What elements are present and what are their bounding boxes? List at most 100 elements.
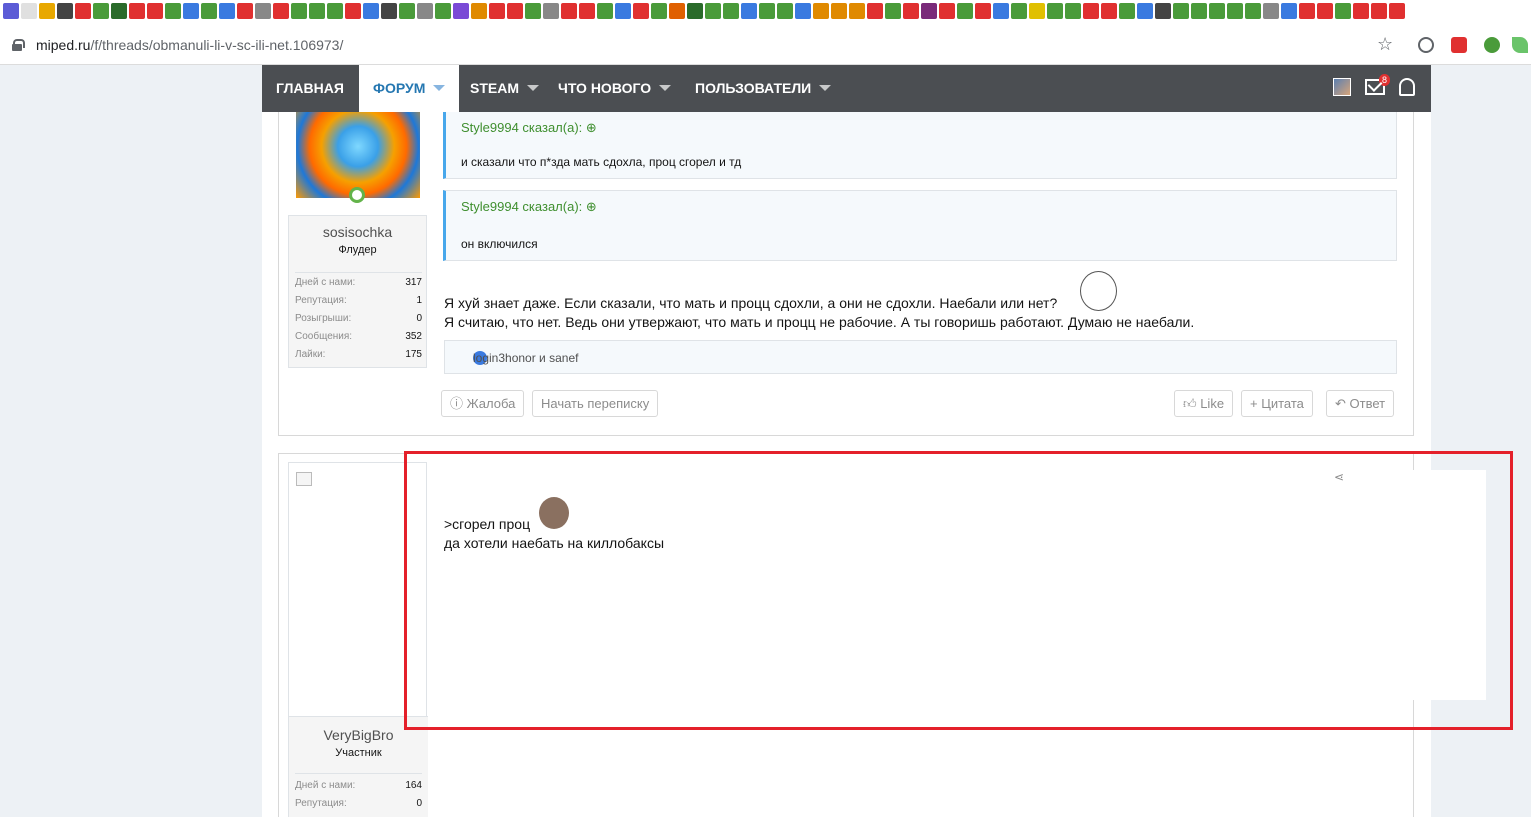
start-conversation-button[interactable]: Начать переписку	[532, 390, 659, 417]
bookmark-favicon[interactable]	[1119, 3, 1135, 19]
bookmark-favicon[interactable]	[219, 3, 235, 19]
nav-home[interactable]: ГЛАВНАЯ	[276, 65, 344, 112]
bookmark-favicon[interactable]	[975, 3, 991, 19]
extension-icon[interactable]	[1484, 37, 1500, 53]
bookmark-favicon[interactable]	[1371, 3, 1387, 19]
bookmark-favicon[interactable]	[885, 3, 901, 19]
bookmark-favicon[interactable]	[579, 3, 595, 19]
bookmark-favicon[interactable]	[345, 3, 361, 19]
bookmark-favicon[interactable]	[1317, 3, 1333, 19]
bookmark-favicon[interactable]	[957, 3, 973, 19]
chevron-down-icon[interactable]	[819, 85, 832, 91]
url-text[interactable]: miped.ru/f/threads/obmanuli-li-v-sc-ili-…	[36, 37, 343, 53]
bookmark-favicon[interactable]	[525, 3, 541, 19]
chevron-down-icon[interactable]	[527, 85, 539, 91]
arrow-up-icon[interactable]: ⊕	[586, 120, 597, 135]
bookmark-favicon[interactable]	[21, 3, 37, 19]
bookmark-favicon[interactable]	[1173, 3, 1189, 19]
bookmark-favicon[interactable]	[57, 3, 73, 19]
nav-users[interactable]: ПОЛЬЗОВАТЕЛИ	[695, 65, 832, 112]
likes-text[interactable]: login3honor и sanef	[473, 351, 578, 365]
user-avatar-icon[interactable]	[1333, 78, 1351, 96]
nav-steam[interactable]: STEAM	[470, 65, 539, 112]
bookmark-favicon[interactable]	[471, 3, 487, 19]
bookmark-favicon[interactable]	[795, 3, 811, 19]
bookmark-favicon[interactable]	[1245, 3, 1261, 19]
bookmark-favicon[interactable]	[309, 3, 325, 19]
bookmark-favicon[interactable]	[1011, 3, 1027, 19]
leaf-icon[interactable]	[1512, 37, 1528, 53]
bookmark-favicon[interactable]	[435, 3, 451, 19]
bookmark-favicon[interactable]	[741, 3, 757, 19]
bookmark-favicon[interactable]	[39, 3, 55, 19]
bookmark-favicon[interactable]	[93, 3, 109, 19]
bookmark-favicon[interactable]	[777, 3, 793, 19]
bookmark-favicon[interactable]	[1389, 3, 1405, 19]
like-button[interactable]: 👍︎ Like	[1174, 390, 1234, 417]
bookmark-favicon[interactable]	[561, 3, 577, 19]
bookmark-favicon[interactable]	[1263, 3, 1279, 19]
bookmark-favicon[interactable]	[1353, 3, 1369, 19]
bookmark-favicon[interactable]	[993, 3, 1009, 19]
bookmark-favicon[interactable]	[1335, 3, 1351, 19]
bookmark-favicon[interactable]	[417, 3, 433, 19]
mail-icon[interactable]: 8	[1365, 74, 1391, 95]
chevron-down-icon[interactable]	[433, 85, 446, 91]
quote-button[interactable]: + Цитата	[1241, 390, 1313, 417]
bookmark-favicon[interactable]	[723, 3, 739, 19]
bookmark-favicon[interactable]	[1029, 3, 1045, 19]
bookmark-favicon[interactable]	[1191, 3, 1207, 19]
bookmark-favicon[interactable]	[453, 3, 469, 19]
report-button[interactable]: ⓘ Жалоба	[441, 390, 525, 417]
bookmark-favicon[interactable]	[3, 3, 19, 19]
arrow-up-icon[interactable]: ⊕	[586, 199, 597, 214]
bookmark-favicon[interactable]	[1281, 3, 1297, 19]
bookmark-favicon[interactable]	[1047, 3, 1063, 19]
bookmark-favicon[interactable]	[759, 3, 775, 19]
bookmark-favicon[interactable]	[849, 3, 865, 19]
bookmark-favicon[interactable]	[381, 3, 397, 19]
bookmark-favicon[interactable]	[705, 3, 721, 19]
bookmark-favicon[interactable]	[111, 3, 127, 19]
bookmark-favicon[interactable]	[1101, 3, 1117, 19]
bookmark-favicon[interactable]	[165, 3, 181, 19]
bookmark-favicon[interactable]	[255, 3, 271, 19]
bookmark-favicon[interactable]	[75, 3, 91, 19]
bookmark-favicon[interactable]	[201, 3, 217, 19]
quote-author[interactable]: Style9994 сказал(а): ⊕	[461, 199, 597, 215]
star-icon[interactable]: ☆	[1377, 34, 1393, 55]
bookmark-favicon[interactable]	[597, 3, 613, 19]
bookmark-favicon[interactable]	[237, 3, 253, 19]
bookmark-favicon[interactable]	[687, 3, 703, 19]
bookmark-favicon[interactable]	[1137, 3, 1153, 19]
bookmark-favicon[interactable]	[903, 3, 919, 19]
bookmark-favicon[interactable]	[489, 3, 505, 19]
bookmark-favicon[interactable]	[867, 3, 883, 19]
bookmark-favicon[interactable]	[633, 3, 649, 19]
bookmark-favicon[interactable]	[615, 3, 631, 19]
bookmark-favicon[interactable]	[831, 3, 847, 19]
bookmark-favicon[interactable]	[939, 3, 955, 19]
abp-icon[interactable]	[1451, 37, 1467, 53]
nav-forum[interactable]: ФОРУМ	[359, 65, 460, 112]
bookmark-favicon[interactable]	[1227, 3, 1243, 19]
bookmark-favicon[interactable]	[273, 3, 289, 19]
quote-author[interactable]: Style9994 сказал(а): ⊕	[461, 120, 597, 136]
bookmark-favicon[interactable]	[291, 3, 307, 19]
bookmark-favicon[interactable]	[813, 3, 829, 19]
bookmark-favicon[interactable]	[1155, 3, 1171, 19]
globe-icon[interactable]	[1418, 37, 1434, 53]
bookmark-favicon[interactable]	[669, 3, 685, 19]
bookmark-favicon[interactable]	[1209, 3, 1225, 19]
bookmark-favicon[interactable]	[921, 3, 937, 19]
username[interactable]: sosisochka	[289, 224, 426, 240]
chevron-down-icon[interactable]	[659, 85, 672, 91]
bookmark-favicon[interactable]	[147, 3, 163, 19]
bookmark-favicon[interactable]	[1065, 3, 1081, 19]
nav-whats-new[interactable]: ЧТО НОВОГО	[558, 65, 672, 112]
bookmark-favicon[interactable]	[399, 3, 415, 19]
bookmark-favicon[interactable]	[543, 3, 559, 19]
avatar[interactable]	[296, 112, 420, 198]
reply-button[interactable]: ↶ Ответ	[1326, 390, 1395, 417]
bookmark-favicon[interactable]	[651, 3, 667, 19]
